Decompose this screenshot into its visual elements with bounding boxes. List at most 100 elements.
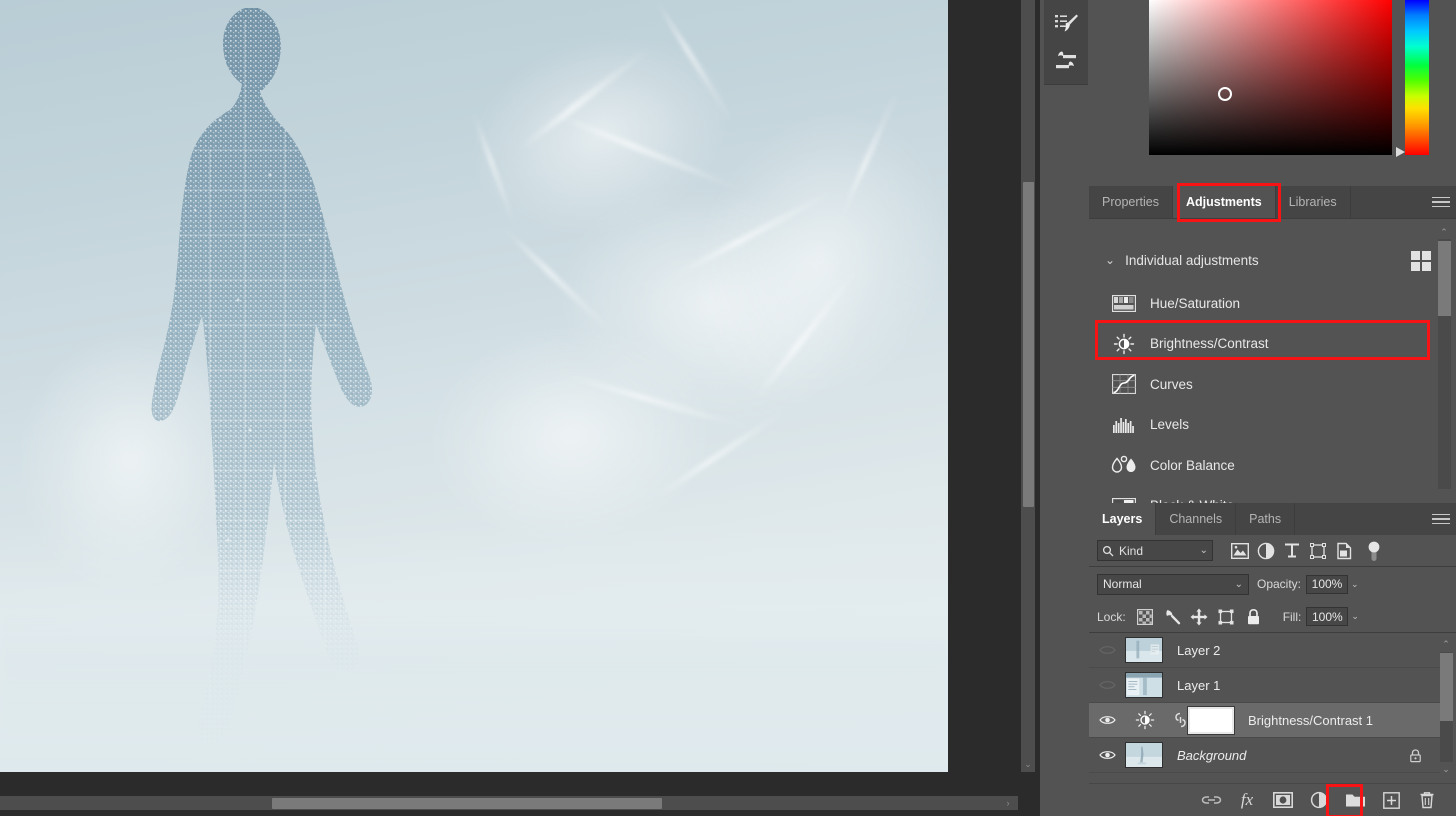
- chevron-down-icon[interactable]: ⌄: [1105, 254, 1115, 266]
- adjustment-item-curves[interactable]: Curves: [1089, 364, 1439, 405]
- layer-visibility-toggle[interactable]: [1089, 749, 1125, 761]
- lock-image-pixels-icon[interactable]: [1159, 606, 1186, 628]
- table-row[interactable]: Layer 1: [1089, 668, 1440, 703]
- layer-mask-link-icon[interactable]: [1172, 711, 1188, 729]
- brush-settings-icon[interactable]: [1050, 44, 1082, 76]
- adjustments-panel-menu-icon[interactable]: [1432, 194, 1450, 210]
- chevron-down-icon[interactable]: ⌄: [1235, 579, 1243, 590]
- table-row[interactable]: Brightness/Contrast 1: [1089, 703, 1440, 738]
- tab-adjustments[interactable]: Adjustments: [1172, 186, 1276, 218]
- floor-fog: [0, 522, 948, 772]
- hue-slider-marker[interactable]: [1396, 147, 1405, 157]
- lock-artboard-nesting-icon[interactable]: [1213, 606, 1240, 628]
- fill-label: Fill:: [1282, 609, 1302, 624]
- add-layer-mask-button[interactable]: [1266, 785, 1300, 815]
- document-artboard[interactable]: [0, 0, 948, 772]
- lock-position-icon[interactable]: [1186, 606, 1213, 628]
- layer-thumbnail[interactable]: [1125, 742, 1163, 768]
- adjustments-scroll-thumb[interactable]: [1438, 241, 1451, 316]
- layer-name: Brightness/Contrast 1: [1248, 712, 1374, 728]
- new-adjustment-layer-button[interactable]: [1302, 785, 1336, 815]
- adjustments-tabbar: Properties Adjustments Libraries: [1089, 186, 1456, 218]
- layers-blend-row: Normal ⌄ Opacity: 100% ⌄: [1089, 567, 1456, 601]
- adjustment-label: Curves: [1150, 376, 1193, 392]
- canvas-horizontal-scroll-thumb[interactable]: [272, 798, 662, 809]
- scroll-right-arrow-icon[interactable]: ›: [1000, 796, 1016, 810]
- grid-view-toggle-icon[interactable]: [1411, 251, 1431, 271]
- layers-bottom-toolbar: fx: [1089, 783, 1456, 816]
- canvas-vertical-scroll-thumb[interactable]: [1023, 182, 1034, 507]
- tab-paths[interactable]: Paths: [1236, 503, 1296, 535]
- layer-visibility-toggle[interactable]: [1089, 714, 1125, 726]
- layer-name: Background: [1177, 747, 1247, 763]
- canvas-area[interactable]: ⌄ ›: [0, 0, 1040, 816]
- layer-visibility-toggle[interactable]: [1089, 644, 1125, 656]
- layer-locked-icon: [1409, 748, 1422, 768]
- panel-icon-rail: [1041, 0, 1089, 816]
- filter-pixel-layers-icon[interactable]: [1227, 539, 1253, 563]
- layer-name: Layer 2: [1177, 642, 1221, 658]
- right-dock: Properties Adjustments Libraries ⌄ Indiv…: [1089, 0, 1456, 816]
- layer-filter-kind-label: Kind: [1119, 543, 1144, 558]
- new-layer-button[interactable]: [1374, 785, 1408, 815]
- color-panel: [1089, 0, 1456, 178]
- tab-properties[interactable]: Properties: [1089, 186, 1173, 218]
- opacity-stepper-chevron-icon[interactable]: ⌄: [1351, 579, 1359, 590]
- color-field-marker[interactable]: [1218, 87, 1232, 101]
- adjustment-item-levels[interactable]: Levels: [1089, 405, 1439, 446]
- filter-smart-object-layers-icon[interactable]: [1331, 539, 1357, 563]
- layers-panel: Layers Channels Paths Kind ⌄ Normal ⌄ Op…: [1089, 503, 1456, 816]
- adjustment-item-brightness-contrast[interactable]: Brightness/Contrast: [1089, 324, 1439, 365]
- link-layers-button[interactable]: [1194, 785, 1228, 815]
- blend-mode-value: Normal: [1103, 577, 1142, 591]
- opacity-value[interactable]: 100%: [1306, 574, 1349, 594]
- layers-scroll-up-icon[interactable]: ⌃: [1439, 636, 1453, 652]
- tab-channels[interactable]: Channels: [1156, 503, 1237, 535]
- layers-filter-row: Kind ⌄: [1089, 535, 1456, 567]
- photoshop-window: ⌄ › Properties Adjustments Libraries ⌄ I…: [0, 0, 1456, 816]
- lock-transparent-pixels-icon[interactable]: [1132, 606, 1159, 628]
- color-balance-icon: [1111, 454, 1137, 476]
- delete-layer-button[interactable]: [1410, 785, 1444, 815]
- adjustments-group-header[interactable]: ⌄ Individual adjustments: [1089, 241, 1456, 279]
- adjustment-item-color-balance[interactable]: Color Balance: [1089, 445, 1439, 486]
- opacity-label: Opacity:: [1257, 577, 1302, 591]
- layers-scroll-thumb[interactable]: [1440, 653, 1453, 721]
- black-white-icon: [1111, 495, 1137, 503]
- brightness-contrast-icon: [1111, 333, 1137, 355]
- adjustments-panel-body: ⌄ Individual adjustments Hue/Saturation …: [1089, 218, 1456, 503]
- chevron-down-icon[interactable]: ⌄: [1200, 545, 1208, 556]
- hue-slider[interactable]: [1405, 0, 1429, 155]
- layers-list: Layer 2 Layer 1 Brightness/Contrast 1 Ba…: [1089, 633, 1440, 773]
- brush-presets-icon[interactable]: [1050, 8, 1082, 40]
- tab-libraries[interactable]: Libraries: [1275, 186, 1351, 218]
- tab-layers[interactable]: Layers: [1089, 503, 1157, 535]
- layer-thumbnail[interactable]: [1125, 637, 1163, 663]
- layers-panel-menu-icon[interactable]: [1432, 511, 1450, 527]
- layer-thumbnail[interactable]: [1125, 672, 1163, 698]
- fill-value[interactable]: 100%: [1306, 607, 1349, 626]
- layer-visibility-toggle[interactable]: [1089, 679, 1125, 691]
- layer-mask-thumbnail[interactable]: [1187, 705, 1235, 735]
- filter-shape-layers-icon[interactable]: [1305, 539, 1331, 563]
- adjustment-item-hue-saturation[interactable]: Hue/Saturation: [1089, 283, 1439, 324]
- filter-toggle-switch[interactable]: [1361, 539, 1387, 563]
- new-group-button[interactable]: [1338, 785, 1372, 815]
- color-field-picker[interactable]: [1149, 0, 1392, 155]
- table-row[interactable]: Background: [1089, 738, 1440, 773]
- adjustment-item-black-and-white[interactable]: Black & White: [1089, 486, 1439, 503]
- layer-style-fx-button[interactable]: fx: [1230, 785, 1264, 815]
- filter-adjustment-layers-icon[interactable]: [1253, 539, 1279, 563]
- layer-filter-kind-select[interactable]: Kind ⌄: [1097, 540, 1213, 561]
- brightness-contrast-icon[interactable]: [1125, 710, 1165, 730]
- adjustments-scroll-up-icon[interactable]: ⌃: [1437, 225, 1451, 239]
- filter-type-layers-icon[interactable]: [1279, 539, 1305, 563]
- blend-mode-select[interactable]: Normal ⌄: [1097, 573, 1249, 595]
- lock-all-icon[interactable]: [1240, 606, 1267, 628]
- scroll-down-arrow-icon[interactable]: ⌄: [1021, 756, 1035, 772]
- layers-scroll-down-icon[interactable]: ⌄: [1439, 761, 1453, 777]
- table-row[interactable]: Layer 2: [1089, 633, 1440, 668]
- hue-saturation-icon: [1111, 292, 1137, 314]
- fill-stepper-chevron-icon[interactable]: ⌄: [1351, 611, 1359, 622]
- adjustment-label: Brightness/Contrast: [1150, 336, 1269, 352]
